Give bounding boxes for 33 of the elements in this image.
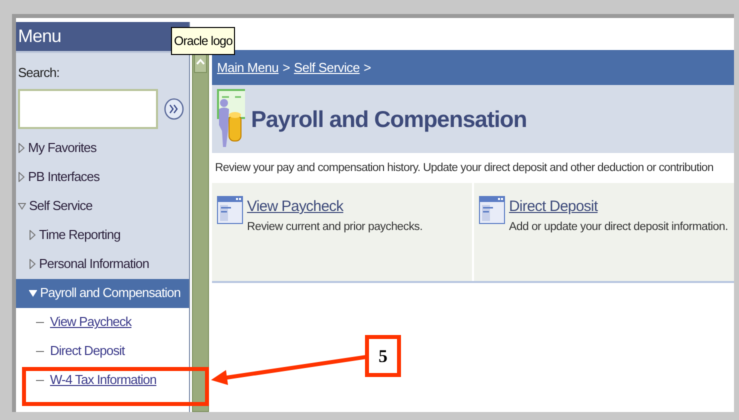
card-description: Add or update your direct deposit information. [509, 220, 728, 234]
callout-label: 5 [365, 335, 401, 377]
card-link[interactable]: Direct Deposit [509, 196, 728, 218]
menu-item[interactable]: PB Interfaces [16, 162, 189, 192]
collapsed-arrow-icon [18, 172, 25, 182]
payroll-icon [215, 89, 245, 149]
breadcrumb-separator: > [282, 58, 290, 77]
search-label: Search: [17, 64, 60, 82]
breadcrumb-link[interactable]: Self Service [294, 58, 360, 78]
menu-item[interactable]: View Paycheck [16, 308, 189, 336]
expanded-arrow-icon [18, 202, 26, 210]
menu-item[interactable]: Personal Information [16, 250, 189, 278]
page-icon [217, 196, 243, 224]
menu-item[interactable]: Payroll and Compensation [16, 278, 189, 308]
breadcrumb-link[interactable]: Main Menu [217, 58, 279, 78]
menu-item[interactable]: Self Service [16, 192, 189, 220]
menu-item[interactable]: Direct Deposit [16, 336, 189, 366]
page-description: Review your pay and compensation history. Update your direct deposit and other deduction or contribution [214, 161, 714, 176]
breadcrumb-separator: > [364, 58, 371, 77]
card-description: Review current and prior paychecks. [247, 220, 422, 234]
menu-item[interactable]: My Favorites [16, 134, 189, 162]
go-icon[interactable] [164, 98, 184, 120]
collapsed-arrow-icon [29, 230, 36, 240]
collapsed-arrow-icon [29, 259, 36, 269]
menu-item[interactable]: Time Reporting [16, 220, 189, 250]
page-icon [479, 196, 505, 224]
tooltip: Oracle logo [171, 27, 236, 55]
page-title: Payroll and Compensation [251, 104, 527, 134]
collapsed-arrow-icon [18, 143, 25, 153]
expanded-arrow-icon [29, 289, 37, 297]
card-link[interactable]: View Paycheck [247, 196, 422, 218]
scroll-up-icon[interactable] [194, 53, 207, 73]
search-field[interactable] [18, 88, 158, 128]
